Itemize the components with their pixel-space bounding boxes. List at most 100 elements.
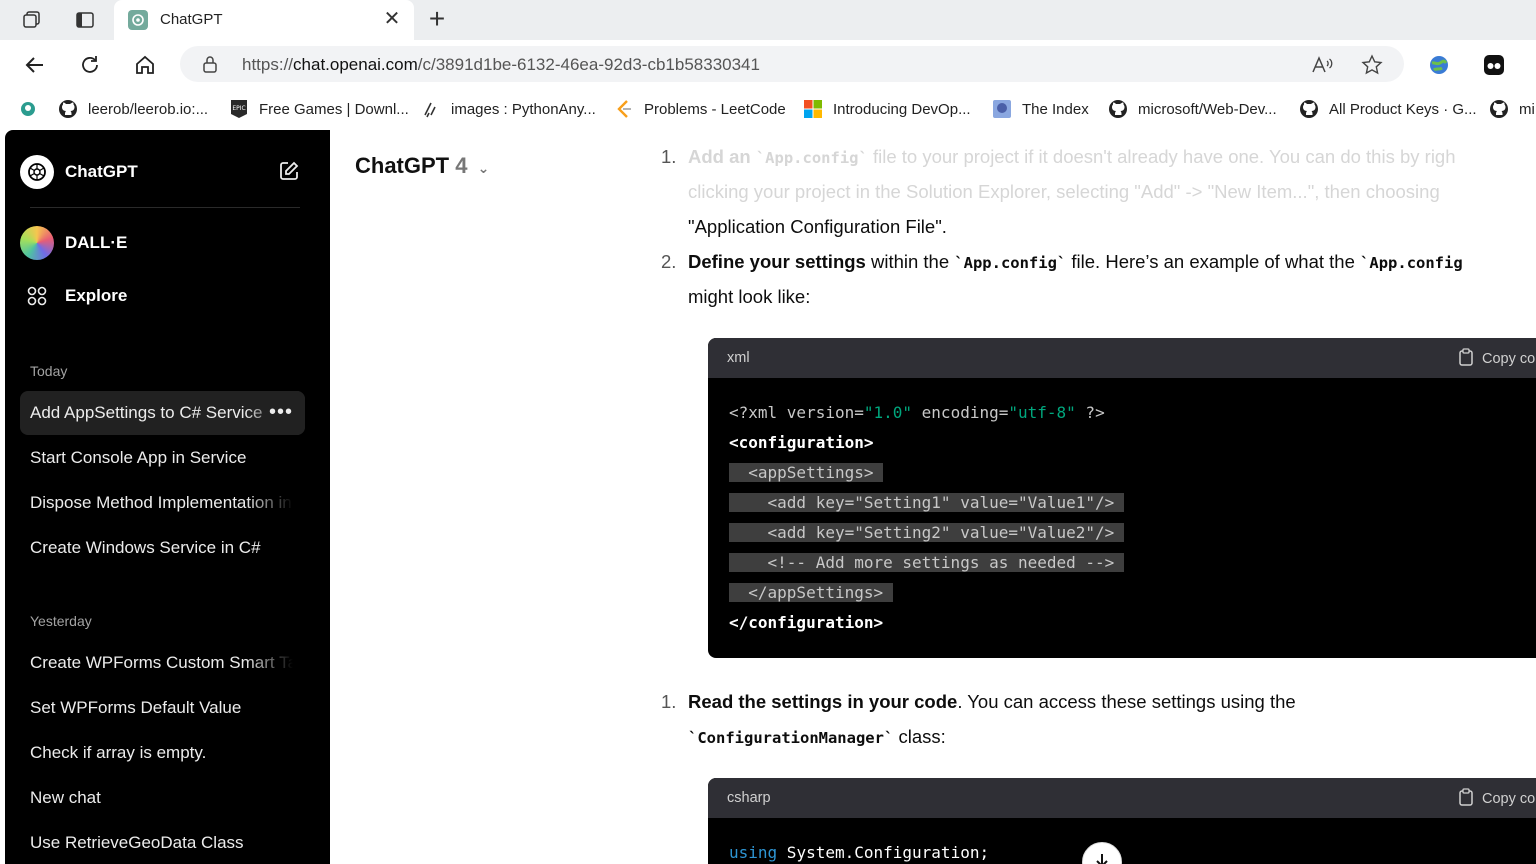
copy-code-button[interactable]: Copy co	[1458, 348, 1535, 370]
chat-item-label: Set WPForms Default Value	[30, 698, 242, 717]
browser-tab-bar: ChatGPT ✕ +	[0, 0, 1536, 40]
bookmark-item[interactable]: The Index	[992, 96, 1089, 122]
list-item: 1. Add an `App.config`​ file to your pro…	[661, 146, 1456, 167]
bookmark-app-icon[interactable]	[18, 96, 48, 122]
bookmark-label: The Index	[1022, 100, 1089, 118]
bookmark-label: Introducing DevOp...	[833, 100, 971, 118]
model-name: ChatGPT	[355, 153, 450, 178]
code-block: csharp Copy co using System.Configuratio…	[708, 778, 1536, 864]
chat-item[interactable]: Dispose Method Implementation in	[20, 481, 305, 525]
bookmarks-bar: leerob/leerob.io:... EPIC Free Games | D…	[0, 90, 1536, 128]
microsoft-icon	[803, 99, 823, 119]
list-item: 1. Read the settings in your code. You c…	[661, 691, 1296, 712]
bookmark-item[interactable]: microsoft/Web-Dev...	[1108, 96, 1277, 122]
read-aloud-icon[interactable]	[1310, 53, 1334, 77]
chat-item[interactable]: Add AppSettings to C# Service •••	[20, 391, 305, 435]
chat-item-label: Add AppSettings to C# Service	[30, 403, 263, 422]
pythonanywhere-icon	[421, 99, 441, 119]
url-field[interactable]: https://chat.openai.com/c/3891d1be-6132-…	[180, 46, 1404, 82]
address-bar-row: https://chat.openai.com/c/3891d1be-6132-…	[0, 40, 1536, 90]
bookmark-label: images : PythonAny...	[451, 100, 596, 118]
model-version: 4	[455, 153, 468, 178]
section-label-today: Today	[30, 363, 68, 379]
chat-item-label: Use RetrieveGeoData Class	[30, 833, 244, 852]
chat-item[interactable]: Start Console App in Service	[20, 436, 305, 480]
bookmark-item[interactable]: Introducing DevOp...	[803, 96, 971, 122]
sidebar: ChatGPT DALL·E Explore Today Add AppSett…	[5, 130, 330, 864]
chat-item-label: Check if array is empty.	[30, 743, 207, 762]
bookmark-item[interactable]: All Product Keys · G...	[1299, 96, 1477, 122]
edge-app-icon	[18, 99, 38, 119]
bookmark-label: Problems - LeetCode	[644, 100, 786, 118]
url-text: https://chat.openai.com/c/3891d1be-6132-…	[242, 55, 760, 74]
new-chat-edit-icon[interactable]	[278, 160, 300, 187]
chat-item[interactable]: Create WPForms Custom Smart Tag	[20, 641, 305, 685]
tab-chatgpt[interactable]: ChatGPT ✕	[114, 0, 414, 40]
sidebar-item-dalle[interactable]: DALL·E	[20, 221, 310, 265]
lock-icon[interactable]	[202, 55, 218, 78]
github-icon	[58, 99, 78, 119]
svg-text:EPIC: EPIC	[232, 105, 245, 112]
chat-item[interactable]: Set WPForms Default Value	[20, 686, 305, 730]
explore-grid-icon	[20, 279, 54, 313]
home-icon[interactable]	[130, 50, 160, 80]
new-chat-header[interactable]: ChatGPT	[20, 150, 310, 194]
main-panel: ChatGPT 4 ⌄ 1. Add an `App.config`​ file…	[330, 130, 1536, 864]
clipboard-icon	[1458, 348, 1474, 370]
bookmark-label: microsoft/Web-Dev...	[1138, 100, 1277, 118]
app-name: ChatGPT	[65, 162, 138, 181]
chat-item[interactable]: Check if array is empty.	[20, 731, 305, 775]
code-block-header: xml Copy co	[708, 338, 1536, 378]
chat-item[interactable]: Use RetrieveGeoData Class	[20, 821, 305, 864]
anime-icon	[992, 99, 1012, 119]
model-selector[interactable]: ChatGPT 4 ⌄	[355, 153, 489, 179]
bookmark-item[interactable]: Problems - LeetCode	[614, 96, 786, 122]
tab-title: ChatGPT	[160, 11, 223, 28]
chat-item[interactable]: Create Windows Service in C#	[20, 526, 305, 570]
copy-code-button[interactable]: Copy co	[1458, 788, 1535, 810]
code-block-header: csharp Copy co	[708, 778, 1536, 818]
back-icon[interactable]	[20, 50, 50, 80]
dalle-avatar-icon	[20, 226, 54, 260]
code-language-label: csharp	[727, 790, 771, 806]
bookmark-label: mi	[1519, 100, 1535, 118]
chat-item[interactable]: New chat	[20, 776, 305, 820]
code-language-label: xml	[727, 350, 750, 366]
workspaces-icon[interactable]	[18, 6, 46, 34]
bookmark-item[interactable]: EPIC Free Games | Downl...	[229, 96, 409, 122]
github-icon	[1299, 99, 1319, 119]
arrow-down-icon	[1094, 852, 1110, 864]
bookmark-item[interactable]: mi	[1489, 96, 1535, 122]
new-tab-icon[interactable]: +	[422, 4, 452, 34]
sidebar-divider	[30, 207, 300, 208]
section-label-yesterday: Yesterday	[30, 613, 92, 629]
code-content: <?xml version="1.0" encoding="utf-8" ?> …	[729, 403, 1124, 632]
chevron-down-icon: ⌄	[477, 160, 490, 176]
sidebar-item-explore[interactable]: Explore	[20, 274, 310, 318]
bookmark-label: Free Games | Downl...	[259, 100, 409, 118]
bookmark-item[interactable]: leerob/leerob.io:...	[58, 96, 208, 122]
bookmark-label: leerob/leerob.io:...	[88, 100, 209, 118]
tab-actions-icon[interactable]	[71, 6, 99, 34]
profile-extension-icon[interactable]	[1479, 50, 1509, 80]
favorite-star-icon[interactable]	[1360, 53, 1384, 77]
github-icon	[1489, 99, 1509, 119]
list-item: 2. Define your settings within the `App.…	[661, 251, 1463, 272]
sidebar-item-label: DALL·E	[65, 233, 128, 252]
github-icon	[1108, 99, 1128, 119]
refresh-icon[interactable]	[75, 50, 105, 80]
bookmark-label: All Product Keys · G...	[1329, 100, 1477, 118]
chat-item-label: New chat	[30, 788, 101, 807]
chatgpt-logo-icon	[20, 155, 54, 189]
chatgpt-favicon-icon	[128, 10, 148, 30]
epic-games-icon: EPIC	[229, 99, 249, 119]
close-tab-icon[interactable]: ✕	[380, 8, 404, 32]
chat-options-icon[interactable]: •••	[269, 401, 293, 424]
code-block: xml Copy co <?xml version="1.0" encoding…	[708, 338, 1536, 658]
chat-item-label: Create Windows Service in C#	[30, 538, 261, 557]
bookmark-item[interactable]: images : PythonAny...	[421, 96, 596, 122]
sidebar-item-label: Explore	[65, 286, 128, 305]
clipboard-icon	[1458, 788, 1474, 810]
chat-item-label: Start Console App in Service	[30, 448, 247, 467]
extension-globe-icon[interactable]	[1424, 50, 1454, 80]
